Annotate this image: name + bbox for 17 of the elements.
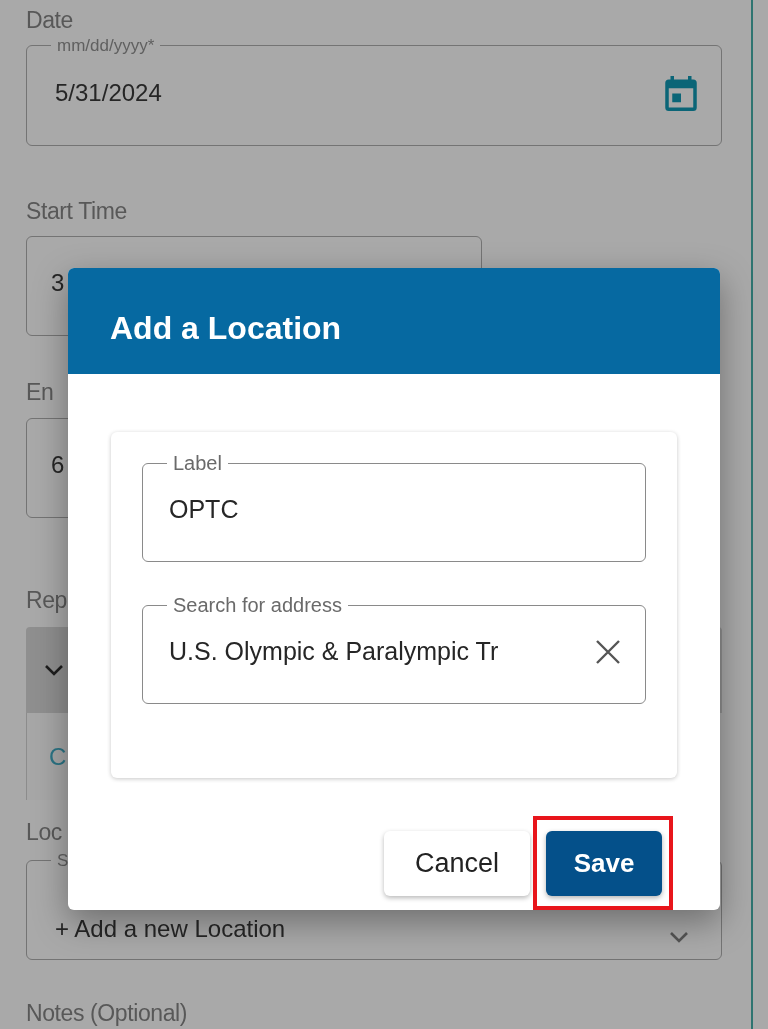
dialog-title: Add a Location xyxy=(110,309,342,347)
field-value: OPTC xyxy=(169,495,239,524)
field-value: 6 xyxy=(51,451,65,479)
floating-label: S xyxy=(56,851,70,870)
field-value: U.S. Olympic & Paralympic Tr xyxy=(169,637,499,666)
field-value: + Add a new Location xyxy=(55,915,286,943)
field-label: Notes (Optional) xyxy=(26,999,188,1028)
floating-label: Search for address xyxy=(172,594,343,616)
field-label: Start Time xyxy=(26,197,127,226)
field-value: 5/31/2024 xyxy=(55,79,162,107)
floating-label: mm/dd/yyyy* xyxy=(56,36,156,55)
field-label: Loc xyxy=(26,818,62,847)
field-value: 3 xyxy=(51,269,65,297)
field-label: Rep xyxy=(26,586,67,615)
floating-label: Label xyxy=(172,452,223,474)
field-label: Date xyxy=(26,6,73,35)
field-label: En xyxy=(26,378,54,407)
